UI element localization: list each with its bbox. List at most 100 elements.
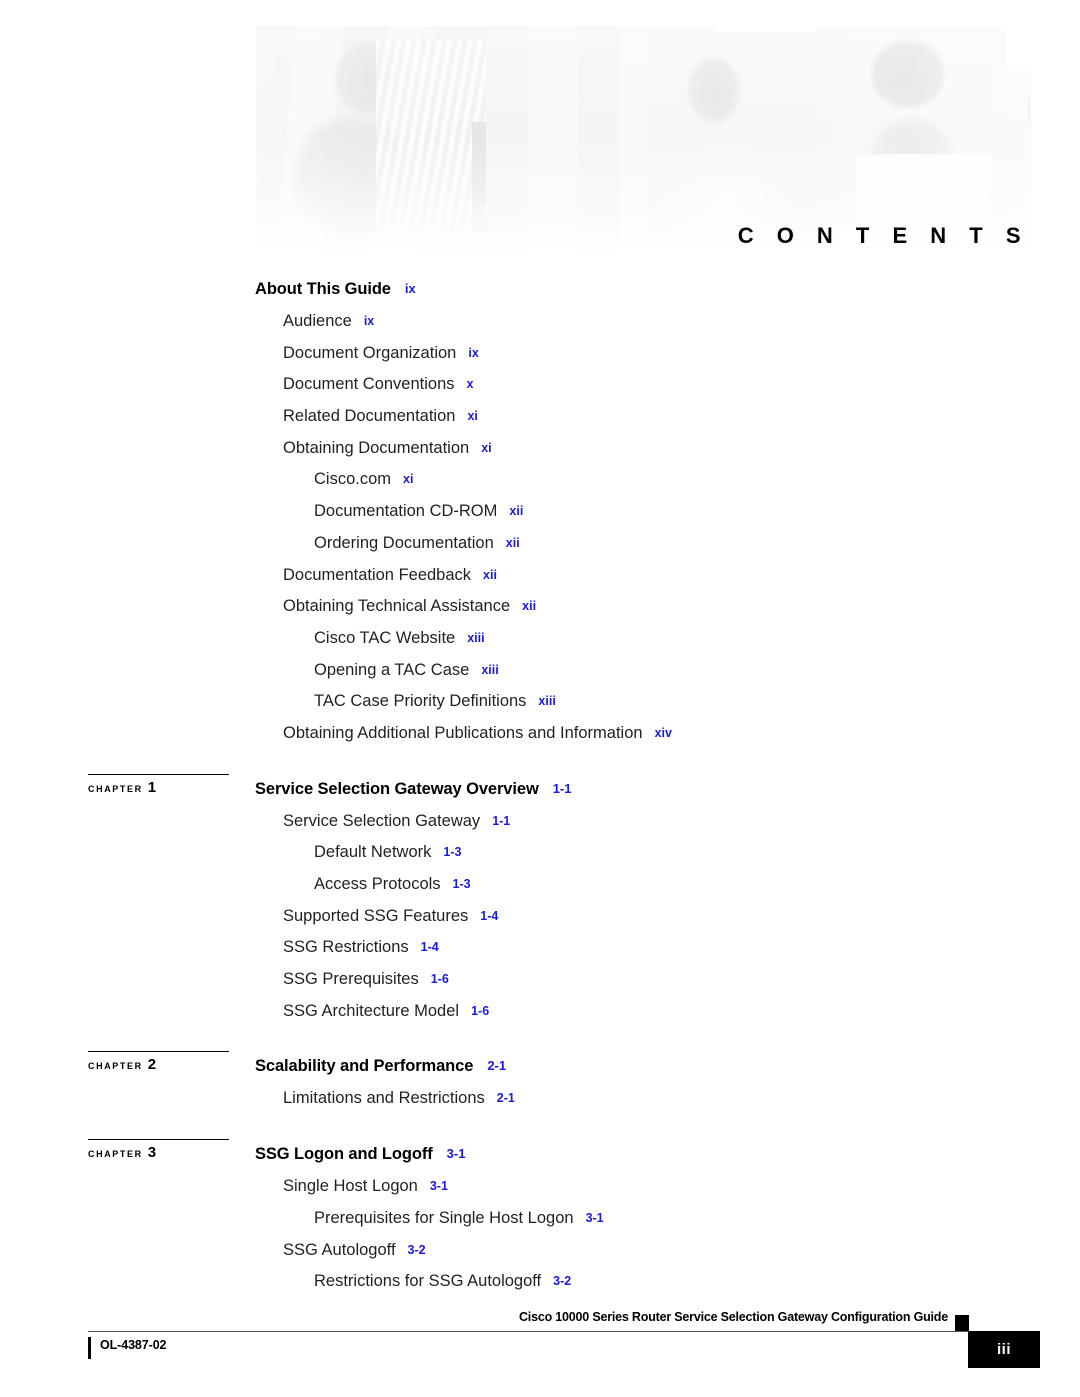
toc-entry-label: SSG Prerequisites xyxy=(283,970,419,989)
toc-entry-page: xii xyxy=(483,567,497,582)
toc-entry-tac-case-priority-definitions[interactable]: TAC Case Priority Definitions xiii xyxy=(0,686,1080,718)
toc-entry-label: Document Organization xyxy=(283,343,457,362)
toc-section-chapter-3: CHAPTER 3 SSG Logon and Logoff 3-1 Single … xyxy=(0,1137,1080,1298)
document-page: C O N T E N T S About This Guide ix Audie… xyxy=(0,0,1080,1397)
toc-entry-default-network[interactable]: Default Network 1-3 xyxy=(0,837,1080,869)
toc-entry-page: 1-1 xyxy=(492,813,511,828)
toc-entry-label: Obtaining Documentation xyxy=(283,438,470,457)
toc-entry-label: Documentation Feedback xyxy=(283,565,472,584)
page-footer: Cisco 10000 Series Router Service Select… xyxy=(0,1310,1080,1380)
toc-entry-page: xiii xyxy=(481,662,499,677)
toc-entry-opening-a-tac-case[interactable]: Opening a TAC Case xiii xyxy=(0,655,1080,687)
toc-entry-page: xiii xyxy=(467,630,485,645)
table-of-contents: About This Guide ix Audience ix Document O… xyxy=(0,272,1080,1298)
toc-entry-page: 1-1 xyxy=(552,780,572,796)
toc-entry-page: xi xyxy=(481,440,492,455)
toc-entry-label: Supported SSG Features xyxy=(283,906,469,925)
toc-entry-prerequisites-single-host-logon[interactable]: Prerequisites for Single Host Logon 3-1 xyxy=(0,1203,1080,1235)
toc-entry-page: 3-2 xyxy=(553,1274,572,1289)
toc-heading-chapter-1[interactable]: Service Selection Gateway Overview 1-1 xyxy=(0,772,1080,806)
toc-entry-cisco-tac-website[interactable]: Cisco TAC Website xiii xyxy=(0,623,1080,655)
toc-entry-label: TAC Case Priority Definitions xyxy=(314,692,527,711)
toc-entry-service-selection-gateway[interactable]: Service Selection Gateway 1-1 xyxy=(0,806,1080,838)
toc-entry-page: xi xyxy=(403,472,414,487)
toc-entry-supported-ssg-features[interactable]: Supported SSG Features 1-4 xyxy=(0,901,1080,933)
toc-heading-about-this-guide[interactable]: About This Guide ix xyxy=(0,272,1080,306)
toc-entry-page: xiv xyxy=(654,725,672,740)
toc-entry-page: 1-6 xyxy=(430,972,449,987)
toc-entry-obtaining-additional-publications[interactable]: Obtaining Additional Publications and In… xyxy=(0,718,1080,750)
toc-entry-ssg-prerequisites[interactable]: SSG Prerequisites 1-6 xyxy=(0,964,1080,996)
toc-entry-label: Audience xyxy=(283,312,352,330)
toc-entry-obtaining-documentation[interactable]: Obtaining Documentation xi xyxy=(0,433,1080,465)
toc-entry-related-documentation[interactable]: Related Documentation xi xyxy=(0,401,1080,433)
toc-entry-page: ix xyxy=(404,281,416,296)
toc-entry-label: Cisco TAC Website xyxy=(314,628,456,647)
toc-entry-label: Documentation CD-ROM xyxy=(314,502,498,521)
toc-entry-label: Access Protocols xyxy=(314,875,441,893)
toc-entry-page: 1-4 xyxy=(480,908,499,923)
toc-entry-ssg-architecture-model[interactable]: SSG Architecture Model 1-6 xyxy=(0,996,1080,1028)
toc-entry-single-host-logon[interactable]: Single Host Logon 3-1 xyxy=(0,1171,1080,1203)
toc-entry-document-conventions[interactable]: Document Conventions x xyxy=(0,369,1080,401)
footer-tick-mark xyxy=(955,1315,969,1331)
toc-entry-label: Obtaining Technical Assistance xyxy=(283,597,511,616)
toc-heading-chapter-2[interactable]: Scalability and Performance 2-1 xyxy=(0,1049,1080,1083)
footer-left-bar xyxy=(88,1337,91,1359)
toc-entry-documentation-cd-rom[interactable]: Documentation CD-ROM xii xyxy=(0,496,1080,528)
toc-entry-label: Cisco.com xyxy=(314,470,392,489)
toc-entry-label: SSG Autologoff xyxy=(283,1240,396,1259)
toc-entry-page: 1-4 xyxy=(420,940,439,955)
toc-entry-label: Document Conventions xyxy=(283,375,455,394)
toc-entry-limitations-and-restrictions[interactable]: Limitations and Restrictions 2-1 xyxy=(0,1083,1080,1115)
toc-entry-page: xiii xyxy=(538,694,556,709)
toc-entry-label: Limitations and Restrictions xyxy=(283,1089,485,1108)
toc-entry-label: Prerequisites for Single Host Logon xyxy=(314,1208,574,1227)
toc-entry-ordering-documentation[interactable]: Ordering Documentation xii xyxy=(0,528,1080,560)
toc-entry-page: 1-3 xyxy=(452,877,471,891)
toc-entry-label: SSG Logon and Logoff xyxy=(255,1145,433,1164)
toc-entry-page: xii xyxy=(509,504,524,519)
toc-entry-obtaining-technical-assistance[interactable]: Obtaining Technical Assistance xii xyxy=(0,591,1080,623)
toc-entry-page: xii xyxy=(522,599,537,614)
toc-entry-label: Obtaining Additional Publications and In… xyxy=(283,723,643,742)
toc-entry-page: 1-3 xyxy=(443,845,462,860)
page-title: C O N T E N T S xyxy=(737,223,1029,248)
toc-entry-page: xi xyxy=(467,409,478,424)
toc-entry-page: ix xyxy=(363,314,375,328)
toc-heading-chapter-3[interactable]: SSG Logon and Logoff 3-1 xyxy=(0,1137,1080,1171)
footer-divider xyxy=(88,1331,968,1332)
toc-entry-access-protocols[interactable]: Access Protocols 1-3 xyxy=(0,869,1080,901)
toc-entry-page: xii xyxy=(505,535,520,550)
toc-entry-audience[interactable]: Audience ix xyxy=(0,306,1080,338)
banner-fade-overlay xyxy=(256,26,1031,255)
toc-entry-page: 1-6 xyxy=(471,1003,490,1018)
toc-entry-page: 2-1 xyxy=(496,1091,515,1106)
toc-section-chapter-1: CHAPTER 1 Service Selection Gateway Overv… xyxy=(0,772,1080,1028)
toc-entry-document-organization[interactable]: Document Organization ix xyxy=(0,338,1080,370)
toc-entry-page: x xyxy=(466,377,474,392)
toc-entry-restrictions-ssg-autologoff[interactable]: Restrictions for SSG Autologoff 3-2 xyxy=(0,1266,1080,1298)
toc-entry-cisco-com[interactable]: Cisco.com xi xyxy=(0,464,1080,496)
toc-entry-page: ix xyxy=(468,345,479,360)
toc-section-front-matter: About This Guide ix Audience ix Document O… xyxy=(0,272,1080,750)
toc-entry-documentation-feedback[interactable]: Documentation Feedback xii xyxy=(0,560,1080,592)
toc-entry-label: Service Selection Gateway xyxy=(283,811,481,830)
toc-entry-label: SSG Architecture Model xyxy=(283,1001,460,1020)
toc-entry-label: Service Selection Gateway Overview xyxy=(255,779,539,798)
toc-entry-label: Single Host Logon xyxy=(283,1177,418,1196)
toc-entry-label: Ordering Documentation xyxy=(314,533,494,552)
toc-entry-label: Default Network xyxy=(314,843,432,862)
footer-document-id: OL-4387-02 xyxy=(100,1338,167,1352)
toc-entry-ssg-autologoff[interactable]: SSG Autologoff 3-2 xyxy=(0,1235,1080,1267)
toc-entry-ssg-restrictions[interactable]: SSG Restrictions 1-4 xyxy=(0,932,1080,964)
toc-entry-page: 3-1 xyxy=(585,1210,604,1225)
footer-page-number: iii xyxy=(996,1341,1011,1358)
toc-entry-page: 3-2 xyxy=(407,1242,426,1257)
toc-entry-label: Related Documentation xyxy=(283,407,456,426)
toc-entry-page: 2-1 xyxy=(487,1058,507,1074)
toc-entry-label: Scalability and Performance xyxy=(255,1057,474,1076)
